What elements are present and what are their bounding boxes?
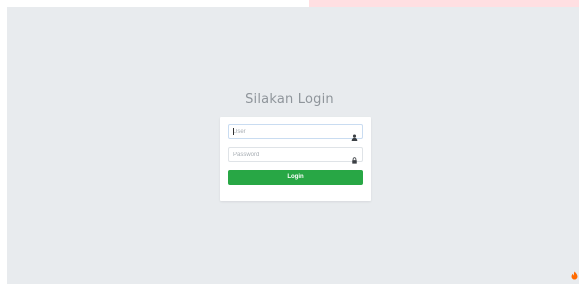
top-status-bar bbox=[309, 0, 579, 7]
user-icon-svg bbox=[351, 134, 358, 141]
page-title: Silakan Login bbox=[245, 92, 334, 107]
password-field[interactable] bbox=[228, 147, 363, 164]
lock-icon bbox=[351, 151, 358, 164]
user-icon bbox=[351, 128, 358, 141]
text-cursor bbox=[233, 128, 234, 135]
flame-icon-svg bbox=[571, 271, 578, 280]
login-page: Silakan Login Login bbox=[0, 0, 579, 284]
user-input[interactable] bbox=[229, 125, 351, 138]
password-input[interactable] bbox=[229, 148, 351, 161]
login-button[interactable]: Login bbox=[228, 170, 363, 185]
lock-icon-svg bbox=[352, 157, 357, 164]
user-field[interactable] bbox=[228, 124, 363, 141]
login-card: Login bbox=[220, 117, 371, 201]
flame-icon[interactable] bbox=[570, 267, 579, 280]
